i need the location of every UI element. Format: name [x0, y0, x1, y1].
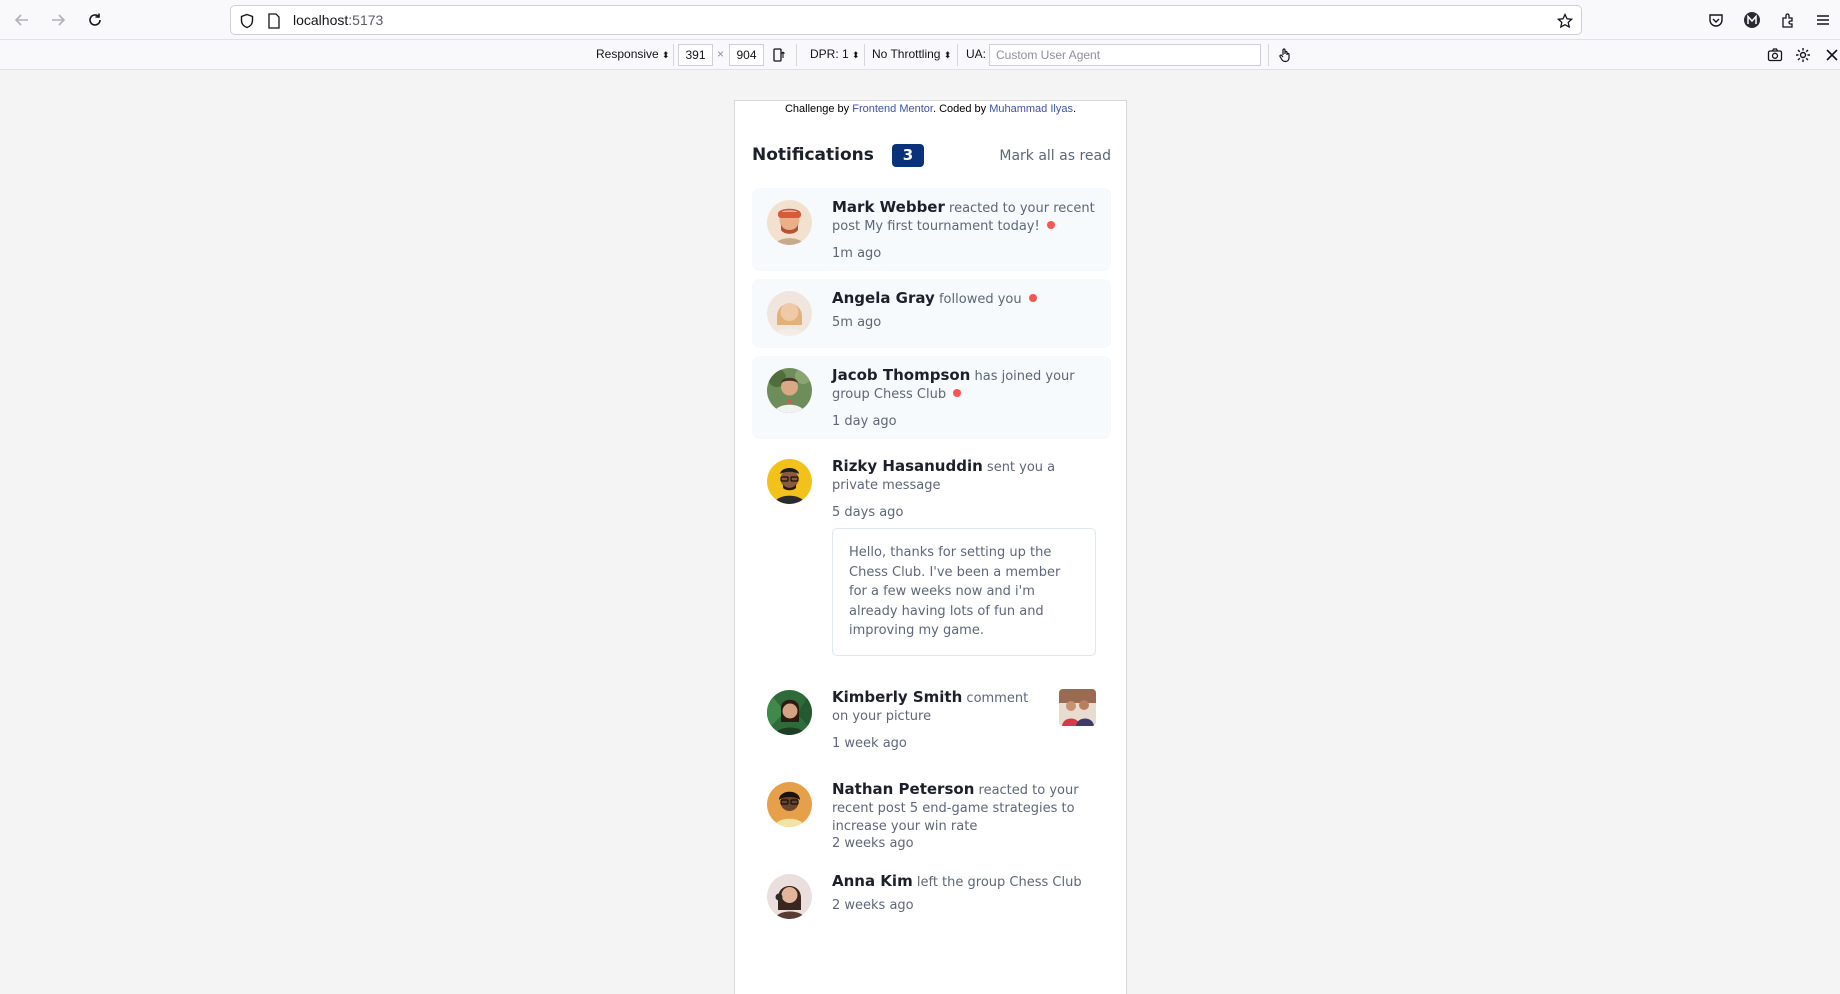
unread-dot — [1046, 221, 1055, 229]
notification-object[interactable]: Chess Club — [1009, 875, 1081, 890]
notification-user[interactable]: Kimberly Smith — [832, 688, 962, 706]
commented-picture-thumbnail[interactable] — [1059, 689, 1096, 726]
url-port: :5173 — [348, 12, 384, 28]
unread-dot — [953, 389, 962, 397]
dpr-label: DPR: 1 — [810, 47, 849, 61]
url-text: localhost:5173 — [293, 12, 383, 28]
author-link[interactable]: Muhammad Ilyas — [989, 103, 1073, 115]
notification-time: 5 days ago — [832, 505, 904, 520]
viewport-width-input[interactable]: 391 — [678, 44, 713, 66]
notification-user[interactable]: Mark Webber — [832, 198, 945, 216]
notification-text: Nathan Peterson reacted to your recent p… — [832, 780, 1097, 836]
notification-time: 1m ago — [832, 246, 882, 261]
attribution-prefix: Challenge by — [784, 103, 853, 115]
notification-time: 2 weeks ago — [832, 836, 914, 851]
bookmark-star-icon[interactable] — [1555, 11, 1575, 31]
account-avatar-icon[interactable] — [1740, 8, 1764, 32]
device-selector[interactable]: Responsive ⬍ — [596, 47, 670, 61]
mark-all-read-button[interactable]: Mark all as read — [999, 148, 1111, 164]
reload-icon[interactable] — [83, 8, 107, 32]
notification-item-nathan-peterson[interactable]: Nathan Peterson reacted to your recent p… — [752, 770, 1111, 860]
browser-toolbar: localhost:5173 — [0, 0, 1840, 40]
touch-simulation-icon[interactable] — [1275, 45, 1295, 65]
divider — [796, 44, 797, 66]
divider — [1268, 44, 1269, 66]
tracking-protection-icon[interactable] — [237, 11, 257, 31]
avatar-anna-kim[interactable] — [767, 874, 812, 919]
notification-text: Kimberly Smith comment on your picture — [832, 688, 1042, 726]
attribution-middle: . Coded by — [932, 103, 990, 115]
notification-text: Rizky Hasanuddin sent you a private mess… — [832, 457, 1097, 495]
page-viewport: Challenge by Frontend Mentor. Coded by M… — [734, 100, 1127, 994]
notification-time: 2 weeks ago — [832, 898, 914, 913]
notifications-header: Notifications 3 Mark all as read — [752, 144, 1111, 168]
notification-text: Jacob Thompson has joined your group Che… — [832, 366, 1097, 404]
rotate-viewport-icon[interactable] — [769, 45, 789, 65]
ua-label: UA: — [966, 47, 987, 61]
url-bar[interactable]: localhost:5173 — [230, 5, 1582, 35]
avatar-jacob-thompson[interactable] — [767, 368, 812, 413]
notification-item-angela-gray[interactable]: Angela Gray followed you 5m ago — [752, 279, 1111, 348]
notification-text: Anna Kim left the group Chess Club — [832, 872, 1097, 892]
attribution: Challenge by Frontend Mentor. Coded by M… — [735, 103, 1126, 115]
avatar-kimberly-smith[interactable] — [767, 690, 812, 735]
throttling-selector[interactable]: No Throttling ⬍ — [872, 47, 951, 61]
divider — [957, 44, 958, 66]
screenshot-icon[interactable] — [1765, 45, 1785, 65]
notification-item-rizky-hasanuddin[interactable]: Rizky Hasanuddin sent you a private mess… — [752, 447, 1111, 667]
divider — [673, 44, 674, 66]
notifications-title: Notifications — [752, 145, 874, 165]
attribution-suffix: . — [1072, 103, 1077, 115]
throttling-chevron-icon: ⬍ — [943, 50, 952, 60]
notification-user[interactable]: Anna Kim — [832, 872, 913, 890]
settings-gear-icon[interactable] — [1793, 45, 1813, 65]
forward-icon[interactable] — [46, 8, 70, 32]
menu-icon[interactable] — [1811, 8, 1835, 32]
notification-user[interactable]: Angela Gray — [832, 289, 935, 307]
notification-user[interactable]: Jacob Thompson — [832, 366, 970, 384]
viewport-height-input[interactable]: 904 — [729, 44, 764, 66]
avatar-angela-gray[interactable] — [767, 291, 812, 336]
device-selector-chevron-icon: ⬍ — [662, 50, 670, 60]
notification-time: 1 week ago — [832, 736, 907, 751]
notification-user[interactable]: Nathan Peterson — [832, 780, 974, 798]
notification-item-jacob-thompson[interactable]: Jacob Thompson has joined your group Che… — [752, 356, 1111, 439]
notification-action: left the group — [916, 875, 1006, 890]
avatar-rizky-hasanuddin[interactable] — [767, 459, 812, 504]
close-rdm-icon[interactable] — [1822, 45, 1840, 65]
responsive-design-toolbar: Responsive ⬍ 391 × 904 DPR: 1 ⬍ No Throt… — [0, 40, 1840, 70]
throttling-label: No Throttling — [872, 47, 941, 61]
device-selector-label: Responsive — [596, 47, 659, 61]
notification-item-mark-webber[interactable]: Mark Webber reacted to your recent post … — [752, 188, 1111, 271]
dimension-times-sign: × — [717, 47, 725, 61]
notification-text: Mark Webber reacted to your recent post … — [832, 198, 1097, 236]
back-icon[interactable] — [10, 8, 34, 32]
pocket-icon[interactable] — [1704, 8, 1728, 32]
dpr-selector[interactable]: DPR: 1 ⬍ — [810, 47, 860, 61]
private-message-box[interactable]: Hello, thanks for setting up the Chess C… — [832, 528, 1096, 656]
notification-time: 1 day ago — [832, 414, 897, 429]
avatar-mark-webber[interactable] — [767, 200, 812, 245]
notification-time: 5m ago — [832, 315, 882, 330]
avatar-nathan-peterson[interactable] — [767, 782, 812, 827]
notification-user[interactable]: Rizky Hasanuddin — [832, 457, 983, 475]
url-host: localhost — [293, 12, 349, 28]
page-info-icon[interactable] — [264, 11, 284, 31]
frontend-mentor-link[interactable]: Frontend Mentor — [852, 103, 933, 115]
notification-object[interactable]: Chess Club — [874, 387, 946, 402]
extensions-icon[interactable] — [1776, 8, 1800, 32]
notification-text: Angela Gray followed you — [832, 289, 1097, 309]
unread-dot — [1028, 294, 1037, 302]
divider — [864, 44, 865, 66]
unread-count-badge: 3 — [892, 144, 924, 167]
notification-item-kimberly-smith[interactable]: Kimberly Smith comment on your picture 1… — [752, 678, 1111, 761]
notification-item-anna-kim[interactable]: Anna Kim left the group Chess Club 2 wee… — [752, 862, 1111, 931]
dpr-chevron-icon: ⬍ — [852, 50, 860, 60]
user-agent-input[interactable]: Custom User Agent — [989, 44, 1261, 66]
notification-action: followed you — [938, 292, 1022, 307]
notification-object[interactable]: My first tournament today! — [864, 219, 1040, 234]
